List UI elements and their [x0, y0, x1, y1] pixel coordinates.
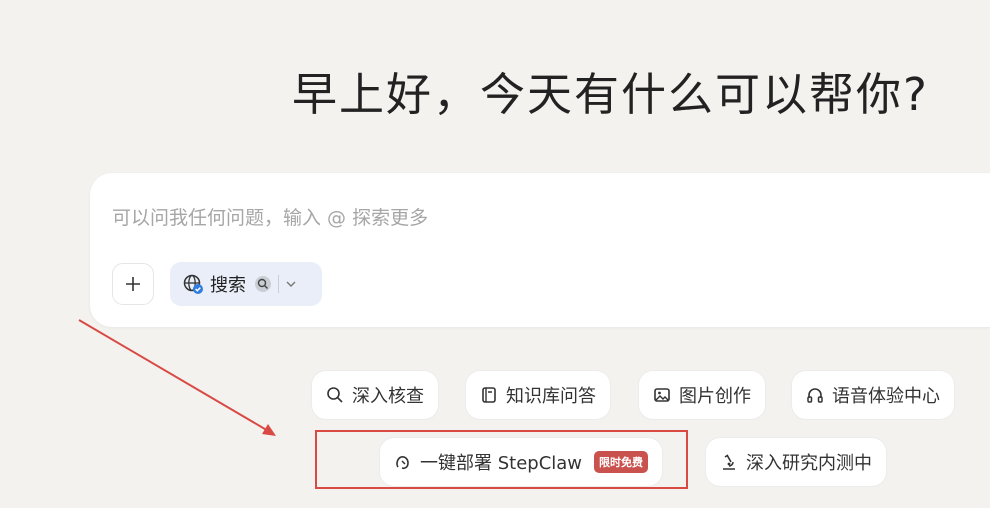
annotation-arrow: [78, 319, 276, 436]
